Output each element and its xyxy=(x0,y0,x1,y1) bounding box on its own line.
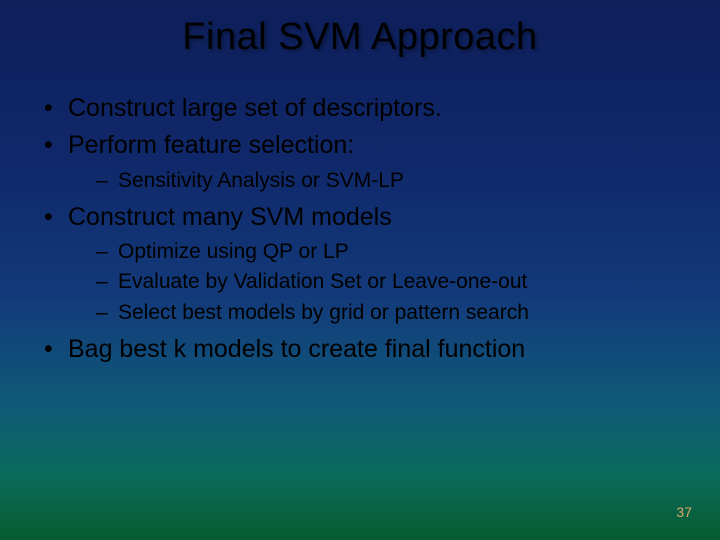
sub-bullet-text: Evaluate by Validation Set or Leave-one-… xyxy=(118,270,527,293)
sub-bullet-item: Optimize using QP or LP xyxy=(96,239,690,265)
sub-bullet-item: Sensitivity Analysis or SVM-LP xyxy=(96,168,690,194)
bullet-item: Bag best k models to create final functi… xyxy=(44,334,690,365)
slide-body: Construct large set of descriptors. Perf… xyxy=(0,67,720,365)
sub-bullet-item: Select best models by grid or pattern se… xyxy=(96,300,690,326)
sub-bullet-list: Optimize using QP or LP Evaluate by Vali… xyxy=(68,239,690,326)
sub-bullet-text: Sensitivity Analysis or SVM-LP xyxy=(118,169,404,192)
bullet-item: Perform feature selection: Sensitivity A… xyxy=(44,130,690,194)
slide-title: Final SVM Approach xyxy=(0,0,720,67)
sub-bullet-list: Sensitivity Analysis or SVM-LP xyxy=(68,168,690,194)
bullet-text: Perform feature selection: xyxy=(68,131,354,159)
bullet-item: Construct large set of descriptors. xyxy=(44,93,690,124)
sub-bullet-item: Evaluate by Validation Set or Leave-one-… xyxy=(96,269,690,295)
bullet-item: Construct many SVM models Optimize using… xyxy=(44,202,690,326)
bullet-list: Construct large set of descriptors. Perf… xyxy=(30,93,690,365)
slide: Final SVM Approach Construct large set o… xyxy=(0,0,720,540)
page-number: 37 xyxy=(676,504,692,520)
sub-bullet-text: Optimize using QP or LP xyxy=(118,240,349,263)
sub-bullet-text: Select best models by grid or pattern se… xyxy=(118,301,529,324)
bullet-text: Construct many SVM models xyxy=(68,203,392,231)
bullet-text: Construct large set of descriptors. xyxy=(68,94,442,122)
bullet-text: Bag best k models to create final functi… xyxy=(68,335,525,363)
